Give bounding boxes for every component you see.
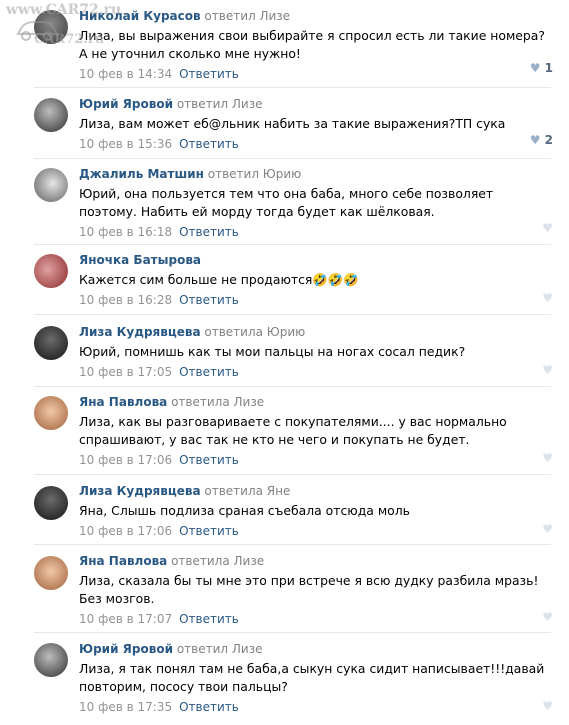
like-button[interactable]: ♥ [542, 521, 553, 537]
reply-to-label[interactable]: ответила Юрию [204, 325, 305, 339]
comment-date[interactable]: 10 фев в 16:18 [79, 225, 172, 239]
comment-date[interactable]: 10 фев в 14:34 [79, 67, 172, 81]
like-button[interactable]: ♥ [542, 609, 553, 625]
heart-icon: ♥ [542, 522, 553, 536]
heart-icon: ♥ [542, 451, 553, 465]
avatar[interactable] [34, 326, 68, 360]
comment-text: Лиза, как вы разговариваете с покупателя… [79, 414, 507, 447]
comment-text: Юрий, помнишь как ты мои пальцы на ногах… [79, 344, 466, 359]
comment-item: Николай Курасов ответил Лизе Лиза, вы вы… [0, 0, 569, 88]
reply-to-label[interactable]: ответила Лизе [171, 554, 264, 568]
comment-date[interactable]: 10 фев в 17:05 [79, 365, 172, 379]
reply-to-label[interactable]: ответил Юрию [208, 167, 302, 181]
comment-text: Лиза, сказала бы ты мне это при встрече … [79, 573, 539, 606]
like-button[interactable]: ♥ [542, 698, 553, 714]
comment-item: Лиза Кудрявцева ответила Юрию Юрий, помн… [0, 314, 569, 386]
like-button[interactable]: ♥ [542, 450, 553, 466]
comment-date[interactable]: 10 фев в 17:07 [79, 612, 172, 626]
heart-icon: ♥ [542, 221, 553, 235]
comment-author[interactable]: Яночка Батырова [79, 253, 201, 267]
comment-item: Джалиль Матшин ответил Юрию Юрий, она по… [0, 158, 569, 244]
like-button[interactable]: ♥ [542, 290, 553, 306]
comment-text: Яна, Слышь подлиза сраная съебала отсюда… [79, 503, 410, 518]
comments-feed: Николай Курасов ответил Лизе Лиза, вы вы… [0, 0, 569, 725]
reply-to-label[interactable]: ответил Лизе [204, 9, 290, 23]
reply-to-label[interactable]: ответил Лизе [177, 642, 263, 656]
heart-icon: ♥ [542, 610, 553, 624]
reply-button[interactable]: Ответить [179, 137, 239, 151]
like-button[interactable]: ♥ [542, 362, 553, 378]
comment-item: Яна Павлова ответила Лизе Лиза, как вы р… [0, 386, 569, 474]
comment-item: Юрий Яровой ответил Лизе Лиза, я так пон… [0, 632, 569, 725]
comment-date[interactable]: 10 фев в 16:28 [79, 293, 172, 307]
reply-button[interactable]: Ответить [179, 225, 239, 239]
reply-button[interactable]: Ответить [179, 365, 239, 379]
comment-item: Юрий Яровой ответил Лизе Лиза, вам может… [0, 88, 569, 158]
avatar[interactable] [34, 98, 68, 132]
reply-button[interactable]: Ответить [179, 67, 239, 81]
like-button[interactable]: ♥ 1 [530, 60, 553, 76]
heart-icon: ♥ [542, 363, 553, 377]
comment-date[interactable]: 10 фев в 17:35 [79, 700, 172, 714]
avatar[interactable] [34, 168, 68, 202]
heart-icon: ♥ [529, 61, 541, 75]
like-count: 1 [544, 61, 553, 75]
like-button[interactable]: ♥ 2 [530, 132, 553, 148]
reply-button[interactable]: Ответить [179, 293, 239, 307]
comment-date[interactable]: 10 фев в 17:06 [79, 453, 172, 467]
comment-item: Яна Павлова ответила Лизе Лиза, сказала … [0, 544, 569, 632]
comment-author[interactable]: Юрий Яровой [79, 97, 173, 111]
like-count: 2 [544, 133, 553, 147]
comment-item: Яночка Батырова Кажется сим больше не пр… [0, 244, 569, 314]
reply-button[interactable]: Ответить [179, 524, 239, 538]
reply-to-label[interactable]: ответила Лизе [171, 395, 264, 409]
comment-text: Лиза, я так понял там не баба,а сыкун су… [79, 661, 545, 694]
comment-author[interactable]: Джалиль Матшин [79, 167, 204, 181]
heart-icon: ♥ [529, 133, 541, 147]
comment-author[interactable]: Яна Павлова [79, 395, 167, 409]
comment-date[interactable]: 10 фев в 17:06 [79, 524, 172, 538]
reply-button[interactable]: Ответить [179, 453, 239, 467]
heart-icon: ♥ [542, 291, 553, 305]
avatar[interactable] [34, 254, 68, 288]
reply-button[interactable]: Ответить [179, 700, 239, 714]
comment-text: Лиза, вам может еб@льник набить за такие… [79, 116, 506, 131]
comment-text: Кажется сим больше не продаются🤣🤣🤣 [79, 272, 359, 287]
like-button[interactable]: ♥ [542, 220, 553, 236]
reply-to-label[interactable]: ответил Лизе [177, 97, 263, 111]
reply-to-label[interactable]: ответила Яне [204, 484, 290, 498]
comment-text: Юрий, она пользуется тем что она баба, м… [79, 186, 494, 219]
heart-icon: ♥ [542, 699, 553, 713]
avatar[interactable] [34, 10, 68, 44]
comment-author[interactable]: Николай Курасов [79, 9, 201, 23]
avatar[interactable] [34, 556, 68, 590]
comment-author[interactable]: Яна Павлова [79, 554, 167, 568]
comment-text: Лиза, вы выражения свои выбирайте я спро… [79, 28, 545, 61]
avatar[interactable] [34, 486, 68, 520]
comment-author[interactable]: Лиза Кудрявцева [79, 484, 201, 498]
comment-date[interactable]: 10 фев в 15:36 [79, 137, 172, 151]
comment-item: Лиза Кудрявцева ответила Яне Яна, Слышь … [0, 474, 569, 544]
avatar[interactable] [34, 396, 68, 430]
reply-button[interactable]: Ответить [179, 612, 239, 626]
comment-author[interactable]: Лиза Кудрявцева [79, 325, 201, 339]
comment-author[interactable]: Юрий Яровой [79, 642, 173, 656]
avatar[interactable] [34, 643, 68, 677]
